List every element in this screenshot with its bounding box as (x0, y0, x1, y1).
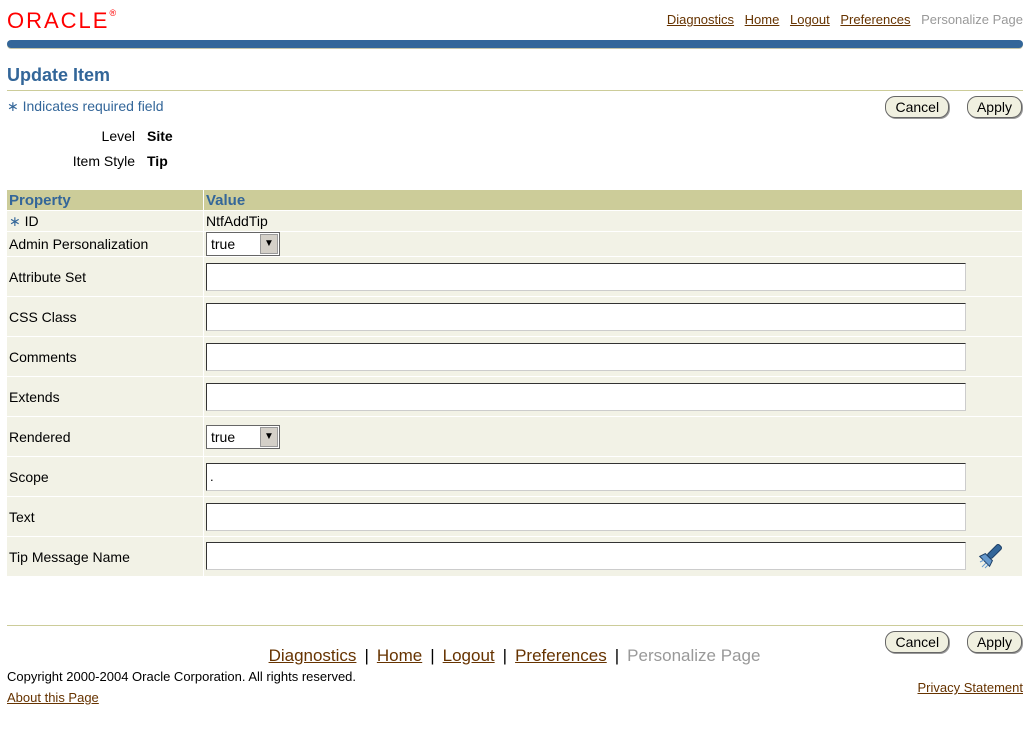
item-meta: Level Site Item Style Tip (0, 124, 173, 174)
text-label: Text (7, 496, 204, 537)
link-home[interactable]: Home (745, 12, 780, 27)
level-value: Site (147, 128, 173, 144)
admin-personalization-select[interactable]: true ▼ (206, 232, 280, 256)
scope-label: Scope (7, 456, 204, 497)
table-row: Rendered true ▼ (7, 416, 1023, 457)
column-header-property: Property (7, 190, 204, 211)
rendered-select[interactable]: true ▼ (206, 424, 280, 449)
footer-link-diagnostics[interactable]: Diagnostics (269, 646, 357, 665)
footer-link-home[interactable]: Home (377, 646, 422, 665)
bottom-divider (7, 625, 1023, 626)
footer-link-logout[interactable]: Logout (443, 646, 495, 665)
tip-message-name-label: Tip Message Name (7, 536, 204, 576)
css-class-input[interactable] (206, 302, 966, 331)
dropdown-arrow-icon[interactable]: ▼ (260, 234, 278, 254)
required-star-icon: ∗ (9, 212, 21, 229)
tip-message-name-input[interactable] (206, 541, 966, 570)
privacy-statement-link[interactable]: Privacy Statement (918, 680, 1024, 695)
top-button-bar: Cancel Apply (885, 96, 1022, 118)
link-personalize-page: Personalize Page (921, 12, 1023, 27)
flashlight-search-icon[interactable] (976, 540, 1006, 573)
column-header-value: Value (203, 190, 1023, 211)
text-input[interactable] (206, 502, 966, 531)
item-style-label: Item Style (72, 153, 135, 169)
comments-label: Comments (7, 336, 204, 377)
id-label: ∗ ID (7, 210, 204, 232)
properties-table: Property Value ∗ ID NtfAddTip Admin Pers… (7, 190, 1023, 576)
table-row: Admin Personalization true ▼ (7, 231, 1023, 257)
brand-bar (7, 40, 1023, 48)
footer-link-preferences[interactable]: Preferences (515, 646, 607, 665)
table-row: Scope (7, 456, 1023, 497)
global-links: Diagnostics Home Logout Preferences Pers… (660, 12, 1023, 27)
required-star-icon: ∗ (7, 98, 19, 114)
footer-link-personalize-page: Personalize Page (627, 646, 761, 665)
table-row: Comments (7, 336, 1023, 377)
page-title: Update Item (7, 65, 111, 85)
table-row: Extends (7, 376, 1023, 417)
scope-input[interactable] (206, 462, 966, 491)
admin-personalization-label: Admin Personalization (7, 231, 204, 257)
extends-label: Extends (7, 376, 204, 417)
table-row: Attribute Set (7, 256, 1023, 297)
table-row: ∗ ID NtfAddTip (7, 210, 1023, 232)
level-label: Level (101, 128, 135, 144)
footer-links: Diagnostics | Home | Logout | Preferences | Pers… (268, 646, 761, 665)
comments-input[interactable] (206, 342, 966, 371)
attribute-set-input[interactable] (206, 262, 966, 291)
table-row: CSS Class (7, 296, 1023, 337)
title-divider (7, 90, 1023, 91)
dropdown-arrow-icon[interactable]: ▼ (260, 426, 278, 447)
about-page-link[interactable]: About this Page (7, 690, 99, 705)
required-note: ∗ Indicates required field (7, 98, 164, 114)
id-value: NtfAddTip (203, 210, 1023, 232)
link-diagnostics[interactable]: Diagnostics (667, 12, 734, 27)
link-preferences[interactable]: Preferences (840, 12, 910, 27)
table-row: Tip Message Name (7, 536, 1023, 576)
copyright-text: Copyright 2000-2004 Oracle Corporation. … (7, 669, 357, 684)
rendered-label: Rendered (7, 416, 204, 457)
oracle-logo: ORACLE® (7, 8, 117, 33)
extends-input[interactable] (206, 382, 966, 411)
table-row: Text (7, 496, 1023, 537)
link-logout[interactable]: Logout (790, 12, 830, 27)
apply-button[interactable]: Apply (966, 96, 1022, 118)
item-style-value: Tip (147, 153, 168, 169)
cancel-button[interactable]: Cancel (885, 96, 950, 118)
attribute-set-label: Attribute Set (7, 256, 204, 297)
css-class-label: CSS Class (7, 296, 204, 337)
